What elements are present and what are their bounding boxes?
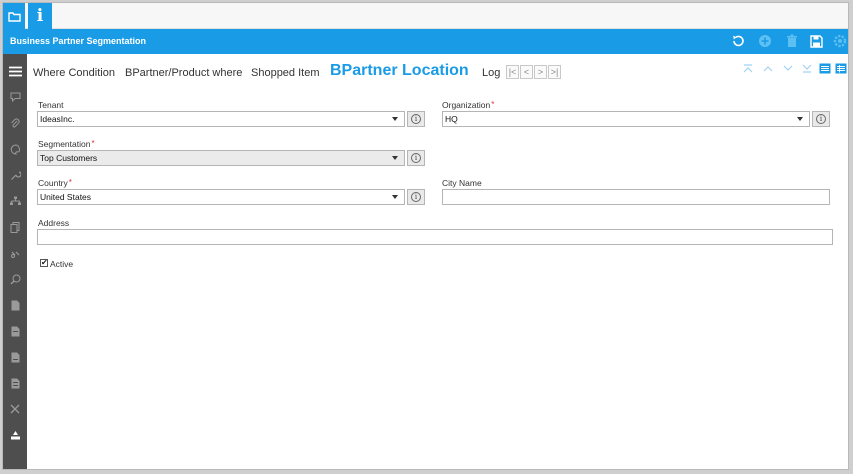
next-record-icon: > <box>537 67 544 77</box>
organization-info-button[interactable]: i <box>812 111 830 127</box>
organization-label: Organization* <box>442 100 495 110</box>
chevron-down-icon <box>797 117 803 121</box>
wrench-icon[interactable] <box>6 166 24 184</box>
address-label: Address <box>38 218 70 228</box>
city-name-input[interactable] <box>442 189 830 205</box>
refresh-icon[interactable] <box>730 33 746 49</box>
zoom-icon[interactable] <box>6 270 24 288</box>
top-tab-bar: i <box>3 3 848 29</box>
city-name-label: City Name <box>442 178 482 188</box>
form-view-icon[interactable] <box>819 62 831 74</box>
tenant-info-button[interactable]: i <box>407 111 425 127</box>
hierarchy-icon[interactable] <box>6 192 24 210</box>
country-info-button[interactable]: i <box>407 189 425 205</box>
record-up-icon[interactable] <box>762 62 774 74</box>
previous-record-icon: < <box>523 67 530 77</box>
export-icon[interactable] <box>6 348 24 366</box>
required-marker: * <box>91 139 95 148</box>
tenant-value: IdeasInc. <box>40 114 75 124</box>
settings-icon[interactable] <box>832 33 848 49</box>
palette-icon[interactable] <box>6 140 24 158</box>
delete-icon[interactable] <box>784 33 800 49</box>
tenant-label: Tenant <box>38 100 64 110</box>
check-icon: ✔ <box>41 258 48 267</box>
tab-bpartner-product-where[interactable]: BPartner/Product where <box>125 67 242 79</box>
window-title-bar: Business Partner Segmentation <box>3 29 848 54</box>
required-marker: * <box>68 178 72 187</box>
parent-record-icon[interactable] <box>742 62 754 74</box>
info-tab-button[interactable]: i <box>28 3 52 29</box>
tab-bpartner-location[interactable]: BPartner Location <box>330 62 469 80</box>
segmentation-select[interactable]: Top Customers <box>37 150 405 166</box>
previous-record-button[interactable]: < <box>520 65 533 79</box>
active-checkbox[interactable]: ✔ <box>40 259 48 267</box>
close-icon[interactable] <box>6 400 24 418</box>
info-icon: i <box>411 114 421 124</box>
info-icon: i <box>411 153 421 163</box>
organization-value: HQ <box>445 114 458 124</box>
last-record-icon: >| <box>550 67 559 77</box>
save-icon[interactable] <box>808 33 824 49</box>
segmentation-value: Top Customers <box>40 153 98 163</box>
info-icon: i <box>411 192 421 202</box>
info-icon: i <box>816 114 826 124</box>
new-record-icon[interactable] <box>757 33 773 49</box>
required-marker: * <box>491 100 495 109</box>
window-title: Business Partner Segmentation <box>10 36 147 46</box>
main-content: Where Condition BPartner/Product where S… <box>27 54 848 469</box>
detail-record-icon[interactable] <box>801 62 813 74</box>
tab-shopped-item[interactable]: Shopped Item <box>251 67 320 79</box>
link-icon[interactable] <box>6 244 24 262</box>
attachment-icon[interactable] <box>6 114 24 132</box>
segmentation-label: Segmentation* <box>38 139 95 149</box>
archive-icon[interactable] <box>6 322 24 340</box>
active-label: Active <box>50 259 74 269</box>
organization-select[interactable]: HQ <box>442 111 810 127</box>
tab-log[interactable]: Log <box>482 67 500 79</box>
chat-icon[interactable] <box>6 88 24 106</box>
chevron-down-icon <box>392 117 398 121</box>
tenant-select[interactable]: IdeasInc. <box>37 111 405 127</box>
first-record-button[interactable]: |< <box>506 65 519 79</box>
tab-where-condition[interactable]: Where Condition <box>33 67 115 79</box>
country-value: United States <box>40 192 92 202</box>
segmentation-info-button[interactable]: i <box>407 150 425 166</box>
country-label: Country* <box>38 178 72 188</box>
record-down-icon[interactable] <box>782 62 794 74</box>
chevron-down-icon <box>392 195 398 199</box>
address-input[interactable] <box>37 229 833 245</box>
document-icon[interactable] <box>6 374 24 392</box>
grid-view-icon[interactable] <box>835 62 847 74</box>
process-icon[interactable] <box>6 426 24 444</box>
last-record-button[interactable]: >| <box>548 65 561 79</box>
copy-icon[interactable] <box>6 218 24 236</box>
chevron-down-icon <box>392 156 398 160</box>
menu-icon[interactable] <box>6 62 24 80</box>
next-record-button[interactable]: > <box>534 65 547 79</box>
country-select[interactable]: United States <box>37 189 405 205</box>
first-record-icon: |< <box>508 67 517 77</box>
application-window: i Business Partner Segmentation Where Co… <box>2 2 849 470</box>
left-sidebar <box>3 54 27 469</box>
info-icon: i <box>36 6 44 26</box>
report-icon[interactable] <box>6 296 24 314</box>
folder-icon <box>7 11 21 22</box>
folder-tab-button[interactable] <box>3 3 25 29</box>
